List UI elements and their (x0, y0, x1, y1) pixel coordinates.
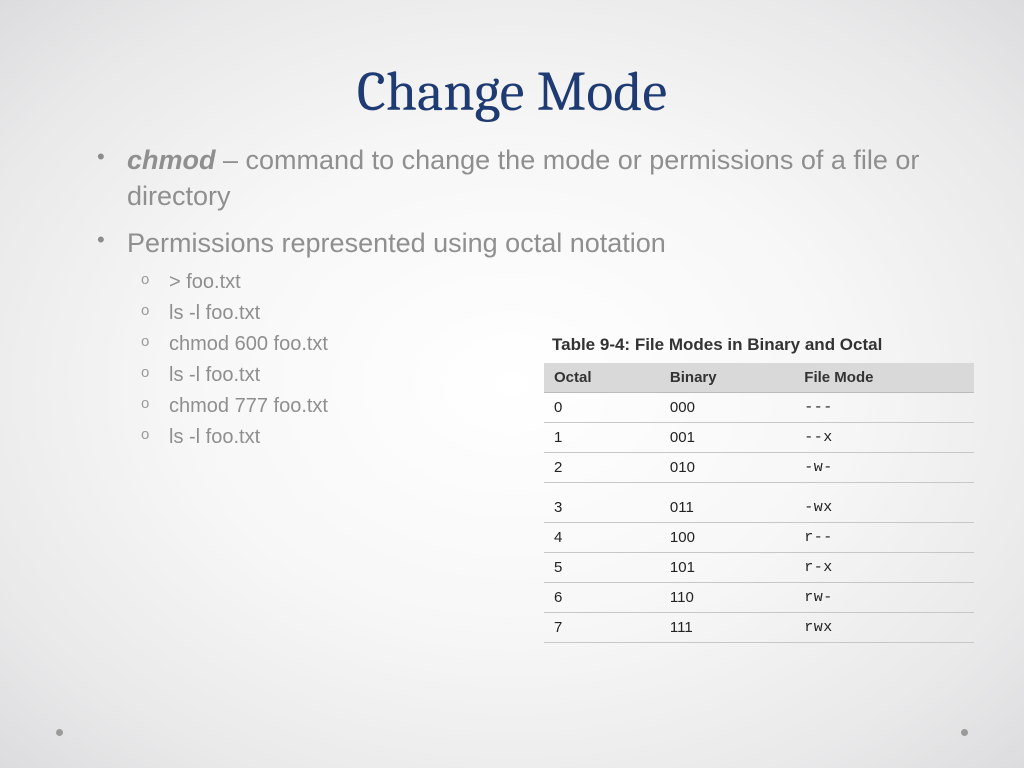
cell-mode: r-- (794, 523, 974, 553)
cell-binary: 111 (660, 613, 794, 643)
cell-binary: 001 (660, 423, 794, 453)
table-row: 1 001 --x (544, 423, 974, 453)
cell-binary: 010 (660, 453, 794, 483)
sub-bullet: > foo.txt (127, 267, 929, 298)
table-row: 3 011 -wx (544, 493, 974, 523)
cell-binary: 101 (660, 553, 794, 583)
table-row: 7 111 rwx (544, 613, 974, 643)
cell-binary: 110 (660, 583, 794, 613)
cell-octal: 4 (544, 523, 660, 553)
decorative-dot-icon (961, 729, 968, 736)
col-octal: Octal (544, 363, 660, 393)
bullet-1: chmod – command to change the mode or pe… (95, 142, 929, 215)
cell-octal: 0 (544, 393, 660, 423)
cell-octal: 6 (544, 583, 660, 613)
col-binary: Binary (660, 363, 794, 393)
cell-mode: r-x (794, 553, 974, 583)
col-mode: File Mode (794, 363, 974, 393)
sub-bullet: ls -l foo.txt (127, 298, 929, 329)
bullet-1-cmd: chmod (127, 145, 216, 175)
table-row: 5 101 r-x (544, 553, 974, 583)
cell-octal: 1 (544, 423, 660, 453)
table-row: 2 010 -w- (544, 453, 974, 483)
cell-octal: 5 (544, 553, 660, 583)
cell-mode: -w- (794, 453, 974, 483)
cell-mode: -wx (794, 493, 974, 523)
cell-mode: --- (794, 393, 974, 423)
table-row: 4 100 r-- (544, 523, 974, 553)
slide-title: Change Mode (95, 60, 929, 124)
cell-mode: rw- (794, 583, 974, 613)
cell-binary: 011 (660, 493, 794, 523)
cell-binary: 100 (660, 523, 794, 553)
cell-octal: 3 (544, 493, 660, 523)
cell-octal: 2 (544, 453, 660, 483)
slide: Change Mode chmod – command to change th… (0, 0, 1024, 768)
file-mode-table-wrap: Table 9-4: File Modes in Binary and Octa… (544, 331, 974, 643)
cell-binary: 000 (660, 393, 794, 423)
bullet-1-text: – command to change the mode or permissi… (127, 145, 919, 211)
cell-octal: 7 (544, 613, 660, 643)
cell-mode: --x (794, 423, 974, 453)
table-gap (544, 483, 974, 494)
decorative-dot-icon (56, 729, 63, 736)
table-header-row: Octal Binary File Mode (544, 363, 974, 393)
cell-mode: rwx (794, 613, 974, 643)
table-row: 6 110 rw- (544, 583, 974, 613)
table-row: 0 000 --- (544, 393, 974, 423)
bullet-2-text: Permissions represented using octal nota… (127, 228, 666, 258)
table-caption: Table 9-4: File Modes in Binary and Octa… (544, 331, 974, 363)
file-mode-table: Octal Binary File Mode 0 000 --- 1 001 -… (544, 363, 974, 643)
